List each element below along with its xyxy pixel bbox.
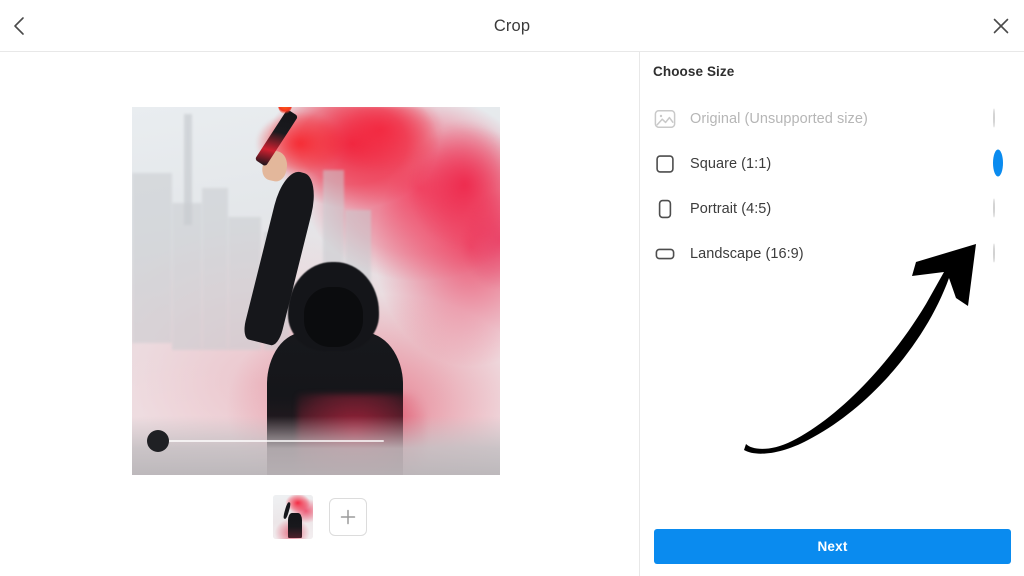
size-option-list: Original (Unsupported size) Square (1:1): [641, 96, 1024, 276]
size-option-label: Portrait (4:5): [690, 200, 772, 217]
radio-circle: [993, 243, 995, 262]
add-photo-button[interactable]: [329, 498, 367, 536]
close-icon: [991, 16, 1011, 36]
plus-icon: [338, 507, 358, 527]
size-option-radio-landscape[interactable]: [993, 243, 1012, 263]
dialog-header: Crop: [0, 0, 1024, 52]
crop-position-slider[interactable]: [142, 429, 392, 453]
radio-circle: [993, 108, 995, 127]
size-option-label: Square (1:1): [690, 155, 772, 172]
figure-face-shadow: [304, 287, 364, 347]
size-option-radio-portrait[interactable]: [993, 198, 1012, 218]
radio-circle: [993, 149, 1003, 176]
preview-pane: [0, 52, 640, 576]
size-option-radio-original[interactable]: [993, 108, 1012, 128]
portrait-rectangle-icon: [653, 197, 677, 221]
skyline-building: [172, 202, 202, 350]
photo-thumbnail[interactable]: [273, 495, 313, 539]
size-option-radio-square[interactable]: [993, 149, 1012, 176]
skyline-building: [132, 173, 173, 343]
page-title: Crop: [493, 16, 531, 35]
photo-image: [132, 107, 500, 475]
square-icon: [653, 152, 677, 176]
skyline-building: [201, 187, 228, 350]
size-option-label: Landscape (16:9): [690, 245, 804, 262]
choose-size-heading: Choose Size: [653, 64, 735, 79]
slider-track: [162, 440, 384, 442]
size-option-label: Original (Unsupported size): [690, 110, 868, 127]
thumbnail-strip: [0, 489, 640, 545]
size-option-square[interactable]: Square (1:1): [641, 141, 1024, 186]
crop-dialog: Crop Choose Size Original (Unsupported s…: [0, 0, 1024, 576]
size-option-portrait[interactable]: Portrait (4:5): [641, 186, 1024, 231]
landscape-rectangle-icon: [653, 242, 677, 266]
image-placeholder-icon: [653, 107, 677, 131]
next-button[interactable]: Next: [654, 529, 1011, 564]
options-pane: Choose Size Original (Unsupported size): [641, 52, 1024, 576]
size-option-original[interactable]: Original (Unsupported size): [641, 96, 1024, 141]
close-button[interactable]: [984, 10, 1018, 42]
photo-preview[interactable]: [132, 107, 500, 475]
radio-circle: [993, 198, 995, 217]
thumbnail-figure: [288, 512, 302, 539]
slider-handle[interactable]: [147, 430, 169, 452]
size-option-landscape[interactable]: Landscape (16:9): [641, 231, 1024, 276]
thumbnail-image: [273, 495, 313, 539]
